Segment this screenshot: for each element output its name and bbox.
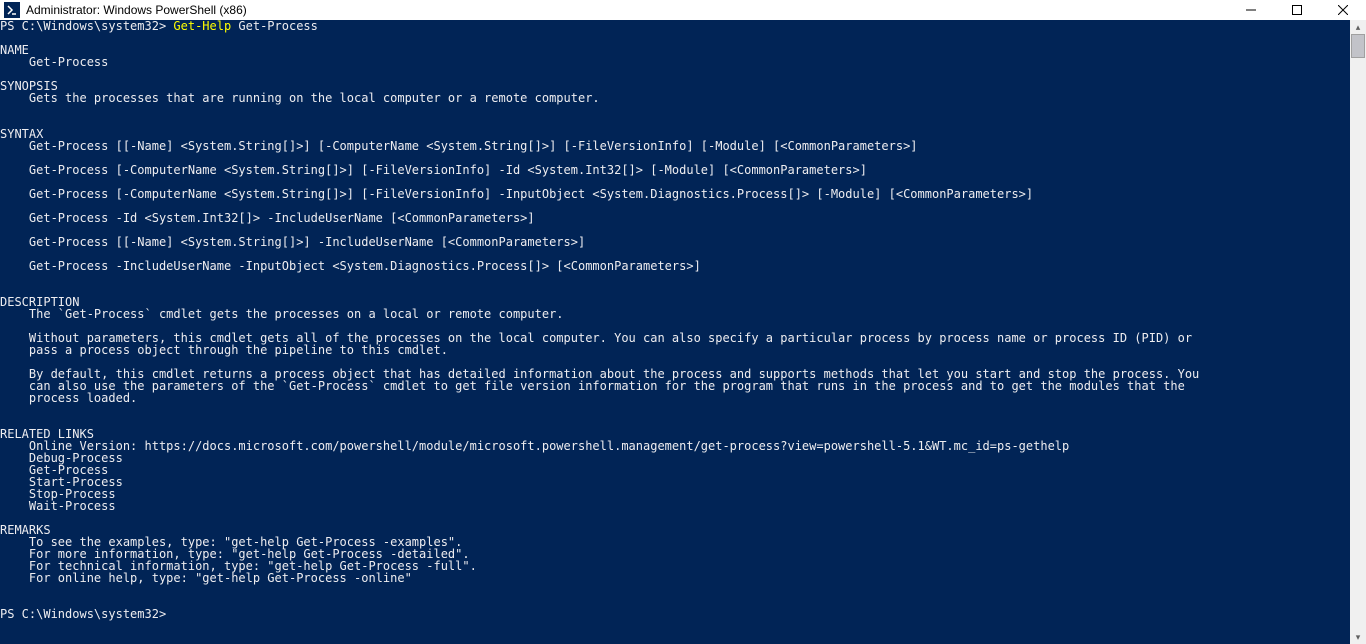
syntax-line: Get-Process [-ComputerName <System.Strin… <box>0 163 867 177</box>
remarks-line: For online help, type: "get-help Get-Pro… <box>0 571 412 585</box>
name-value: Get-Process <box>0 55 108 69</box>
console-line <box>0 104 1350 116</box>
console-line <box>0 284 1350 296</box>
scroll-up-arrow[interactable]: ▴ <box>1350 20 1366 34</box>
console-line <box>0 596 1350 608</box>
related-link-line: Online Version: https://docs.microsoft.c… <box>0 439 1069 453</box>
console-line: For online help, type: "get-help Get-Pro… <box>0 572 1350 584</box>
syntax-line: Get-Process [[-Name] <System.String[]>] … <box>0 139 918 153</box>
console-line: process loaded. <box>0 392 1350 404</box>
console-line: Wait-Process <box>0 500 1350 512</box>
console-line: Debug-Process <box>0 452 1350 464</box>
description-line: process loaded. <box>0 391 137 405</box>
console-output[interactable]: PS C:\Windows\system32> Get-Help Get-Pro… <box>0 20 1350 644</box>
related-link-line: Wait-Process <box>0 499 116 513</box>
syntax-line: Get-Process [-ComputerName <System.Strin… <box>0 187 1033 201</box>
vertical-scrollbar[interactable]: ▴ ▾ <box>1350 20 1366 644</box>
description-line: pass a process object through the pipeli… <box>0 343 448 357</box>
prompt-prefix: PS C:\Windows\system32> <box>0 607 173 621</box>
console-line: Get-Process -Id <System.Int32[]> -Includ… <box>0 212 1350 224</box>
console-line: PS C:\Windows\system32> Get-Help Get-Pro… <box>0 20 1350 32</box>
console-line: pass a process object through the pipeli… <box>0 344 1350 356</box>
console-line <box>0 116 1350 128</box>
syntax-line: Get-Process [[-Name] <System.String[]>] … <box>0 235 585 249</box>
console-line: Get-Process [-ComputerName <System.Strin… <box>0 164 1350 176</box>
console-line: Get-Process -IncludeUserName -InputObjec… <box>0 260 1350 272</box>
scroll-thumb[interactable] <box>1351 34 1365 58</box>
console-line: Get-Process <box>0 56 1350 68</box>
scroll-down-arrow[interactable]: ▾ <box>1350 630 1366 644</box>
console-line <box>0 512 1350 524</box>
console-line <box>0 32 1350 44</box>
syntax-line: Get-Process -IncludeUserName -InputObjec… <box>0 259 701 273</box>
window-controls <box>1228 0 1366 20</box>
console-line <box>0 584 1350 596</box>
synopsis-value: Gets the processes that are running on t… <box>0 91 600 105</box>
console-line: The `Get-Process` cmdlet gets the proces… <box>0 308 1350 320</box>
console-container: PS C:\Windows\system32> Get-Help Get-Pro… <box>0 20 1366 644</box>
console-line: Online Version: https://docs.microsoft.c… <box>0 440 1350 452</box>
cmd-argument: Get-Process <box>231 20 318 33</box>
syntax-line: Get-Process -Id <System.Int32[]> -Includ… <box>0 211 535 225</box>
console-line: can also use the parameters of the `Get-… <box>0 380 1350 392</box>
description-line: The `Get-Process` cmdlet gets the proces… <box>0 307 564 321</box>
console-line: Start-Process <box>0 476 1350 488</box>
console-line <box>0 68 1350 80</box>
input-cursor[interactable] <box>173 618 181 621</box>
console-line: NAME <box>0 44 1350 56</box>
console-line: Gets the processes that are running on t… <box>0 92 1350 104</box>
console-line: Get-Process <box>0 464 1350 476</box>
console-line: Get-Process [[-Name] <System.String[]>] … <box>0 236 1350 248</box>
console-line: Get-Process [[-Name] <System.String[]>] … <box>0 140 1350 152</box>
console-line <box>0 272 1350 284</box>
close-button[interactable] <box>1320 0 1366 20</box>
console-line: PS C:\Windows\system32> <box>0 608 1350 621</box>
description-line: can also use the parameters of the `Get-… <box>0 379 1185 393</box>
maximize-button[interactable] <box>1274 0 1320 20</box>
minimize-button[interactable] <box>1228 0 1274 20</box>
console-line <box>0 404 1350 416</box>
console-line: Get-Process [-ComputerName <System.Strin… <box>0 188 1350 200</box>
window-title: Administrator: Windows PowerShell (x86) <box>24 3 247 17</box>
console-line: Stop-Process <box>0 488 1350 500</box>
cmdlet-name: Get-Help <box>173 20 231 33</box>
console-line <box>0 416 1350 428</box>
window-titlebar: Administrator: Windows PowerShell (x86) <box>0 0 1366 20</box>
prompt-prefix: PS C:\Windows\system32> <box>0 20 173 33</box>
powershell-icon <box>4 2 20 18</box>
